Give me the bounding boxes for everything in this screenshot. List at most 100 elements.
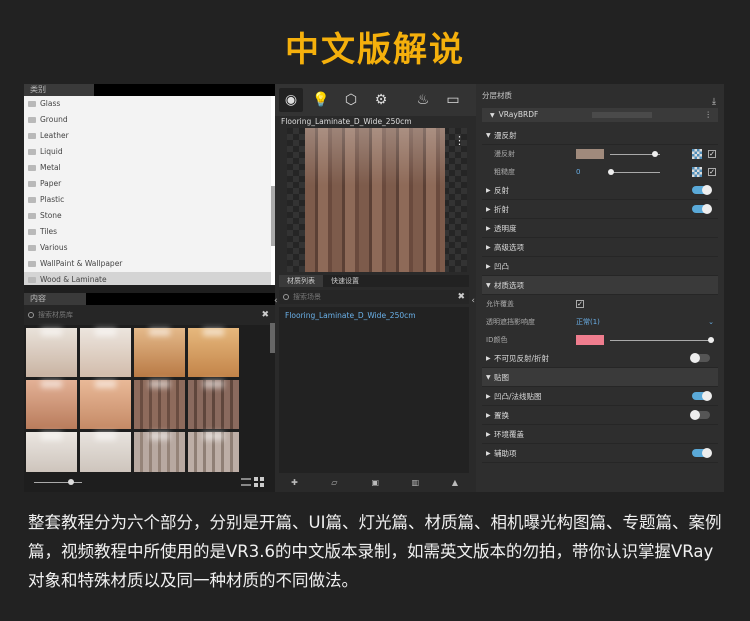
section-opacity[interactable]: ▶ 透明度 [482,219,718,238]
open-folder-icon[interactable]: ▱ [331,479,339,487]
caret-down-icon: ▼ [486,374,491,381]
library-search-input[interactable]: 搜索材质库 ✖ [24,305,275,325]
material-name-field[interactable] [592,112,652,118]
geometry-cube-icon[interactable]: ⬡ [339,88,363,112]
category-item[interactable]: WallPaint & Wallpaper [24,256,275,272]
folder-icon [28,117,36,123]
delete-icon[interactable]: ▥ [412,479,420,487]
collapse-right-icon[interactable]: ‹ [471,296,475,306]
roughness-slider[interactable] [608,169,660,175]
tab-quick-settings[interactable]: 快速设置 [323,275,367,287]
field-label: 粗糙度 [494,168,515,176]
section-auxiliary[interactable]: ▶ 辅助项 [482,444,718,463]
teapot-icon[interactable]: ♨ [411,88,435,112]
diffuse-slider[interactable] [610,151,660,157]
category-item[interactable]: Leather [24,128,275,144]
tab-material-list[interactable]: 材质列表 [279,275,323,287]
section-maps[interactable]: ▼ 贴图 [482,368,718,387]
properties-title: 分层材质 ⤓ [482,84,718,108]
material-thumbnail[interactable] [80,328,131,377]
material-thumbnail[interactable] [188,328,239,377]
bump-normal-toggle[interactable] [692,391,712,401]
caret-down-icon: ▼ [490,112,495,119]
category-item[interactable]: Plastic [24,192,275,208]
list-item[interactable]: Flooring_Laminate_D_Wide_250cm [279,307,469,324]
id-color-swatch[interactable] [576,335,604,345]
auxiliary-toggle[interactable] [692,448,712,458]
material-type-row[interactable]: ▼ VRayBRDF ⋮ [482,108,718,122]
roughness-value[interactable]: 0 [576,163,580,181]
thumbnail-size-slider[interactable] [34,482,82,483]
category-label: WallPaint & Wallpaper [40,259,123,268]
section-bump-normal[interactable]: ▶ 凹凸/法线贴图 [482,387,718,406]
chevron-down-icon[interactable]: ⌄ [708,313,714,331]
section-advanced[interactable]: ▶ 高级选项 [482,238,718,257]
transparent-shadow-dropdown[interactable]: 正常(1) [576,313,600,331]
close-icon[interactable]: ✖ [457,290,465,304]
section-diffuse[interactable]: ▼ 漫反射 [482,126,718,145]
add-material-icon[interactable]: ✚ [291,479,299,487]
category-item[interactable]: Tiles [24,224,275,240]
diffuse-map-checkbox[interactable]: ✓ [708,150,716,158]
section-invisible-reflection[interactable]: ▶ 不可见反射/折射 [482,349,718,368]
slider-handle[interactable] [68,479,74,485]
roughness-map-checkbox[interactable]: ✓ [708,168,716,176]
material-thumbnail[interactable] [80,380,131,429]
roughness-row: 粗糙度 0 ✓ [482,163,718,181]
material-thumbnail[interactable] [26,328,77,377]
category-item[interactable]: Metal [24,160,275,176]
caret-right-icon: ▶ [486,412,491,419]
light-bulb-icon[interactable]: 💡 [309,88,333,112]
material-properties-panel: 分层材质 ⤓ ▼ VRayBRDF ⋮ ▼ 漫反射 漫反射 ✓ 粗糙度 0 ✓ ▶ 反… [476,84,724,492]
reflection-toggle[interactable] [692,185,712,195]
grid-view-icon[interactable] [254,477,264,487]
id-color-slider[interactable] [610,337,714,343]
category-item[interactable]: Ground [24,112,275,128]
diffuse-color-swatch[interactable] [576,149,604,159]
section-label: 折射 [494,205,509,214]
clean-icon[interactable]: ▲ [452,479,460,487]
scene-tabs: 材质列表 快速设置 [279,275,469,287]
field-label: 漫反射 [494,150,515,158]
allow-override-checkbox[interactable]: ✓ [576,300,584,308]
section-environment-override[interactable]: ▶ 环境覆盖 [482,425,718,444]
caret-right-icon: ▶ [486,244,491,251]
section-displacement[interactable]: ▶ 置换 [482,406,718,425]
displacement-toggle[interactable] [690,410,710,420]
material-thumbnail[interactable] [188,380,239,429]
section-reflection[interactable]: ▶ 反射 [482,181,718,200]
texture-map-icon[interactable] [692,167,702,177]
category-item[interactable]: Liquid [24,144,275,160]
settings-gear-icon[interactable]: ⚙ [369,88,393,112]
slider-handle[interactable] [652,151,658,157]
category-item[interactable]: Stone [24,208,275,224]
frame-buffer-icon[interactable]: ▭ [441,88,465,112]
material-thumbnail[interactable] [26,380,77,429]
slider-handle[interactable] [708,337,714,343]
texture-map-icon[interactable] [692,149,702,159]
more-options-icon[interactable]: ⋮ [454,134,465,147]
category-label: Various [40,243,68,252]
category-item-selected[interactable]: Wood & Laminate [24,272,275,285]
category-label: Paper [40,179,62,188]
material-thumbnail[interactable] [134,380,185,429]
save-icon[interactable]: ▣ [371,479,379,487]
material-thumbnail[interactable] [134,328,185,377]
more-options-icon[interactable]: ⋮ [705,108,713,122]
slider-handle[interactable] [608,169,614,175]
refraction-toggle[interactable] [692,204,712,214]
list-view-icon[interactable] [241,478,251,486]
collapse-left-icon[interactable]: ‹ [274,296,278,306]
section-bump[interactable]: ▶ 凹凸 [482,257,718,276]
close-icon[interactable]: ✖ [261,305,269,325]
section-material-options[interactable]: ▼ 材质选项 [482,276,718,295]
category-item[interactable]: Various [24,240,275,256]
scene-search-input[interactable]: 搜索场景 ✖ [279,290,469,304]
category-item[interactable]: Glass [24,96,275,112]
section-refraction[interactable]: ▶ 折射 [482,200,718,219]
category-item[interactable]: Paper [24,176,275,192]
category-list: Glass Ground Leather Liquid Metal Paper … [24,96,275,285]
invisible-reflection-toggle[interactable] [690,353,710,363]
material-mode-icon[interactable]: ◉ [279,88,303,112]
headline: 中文版解说 [285,30,465,70]
